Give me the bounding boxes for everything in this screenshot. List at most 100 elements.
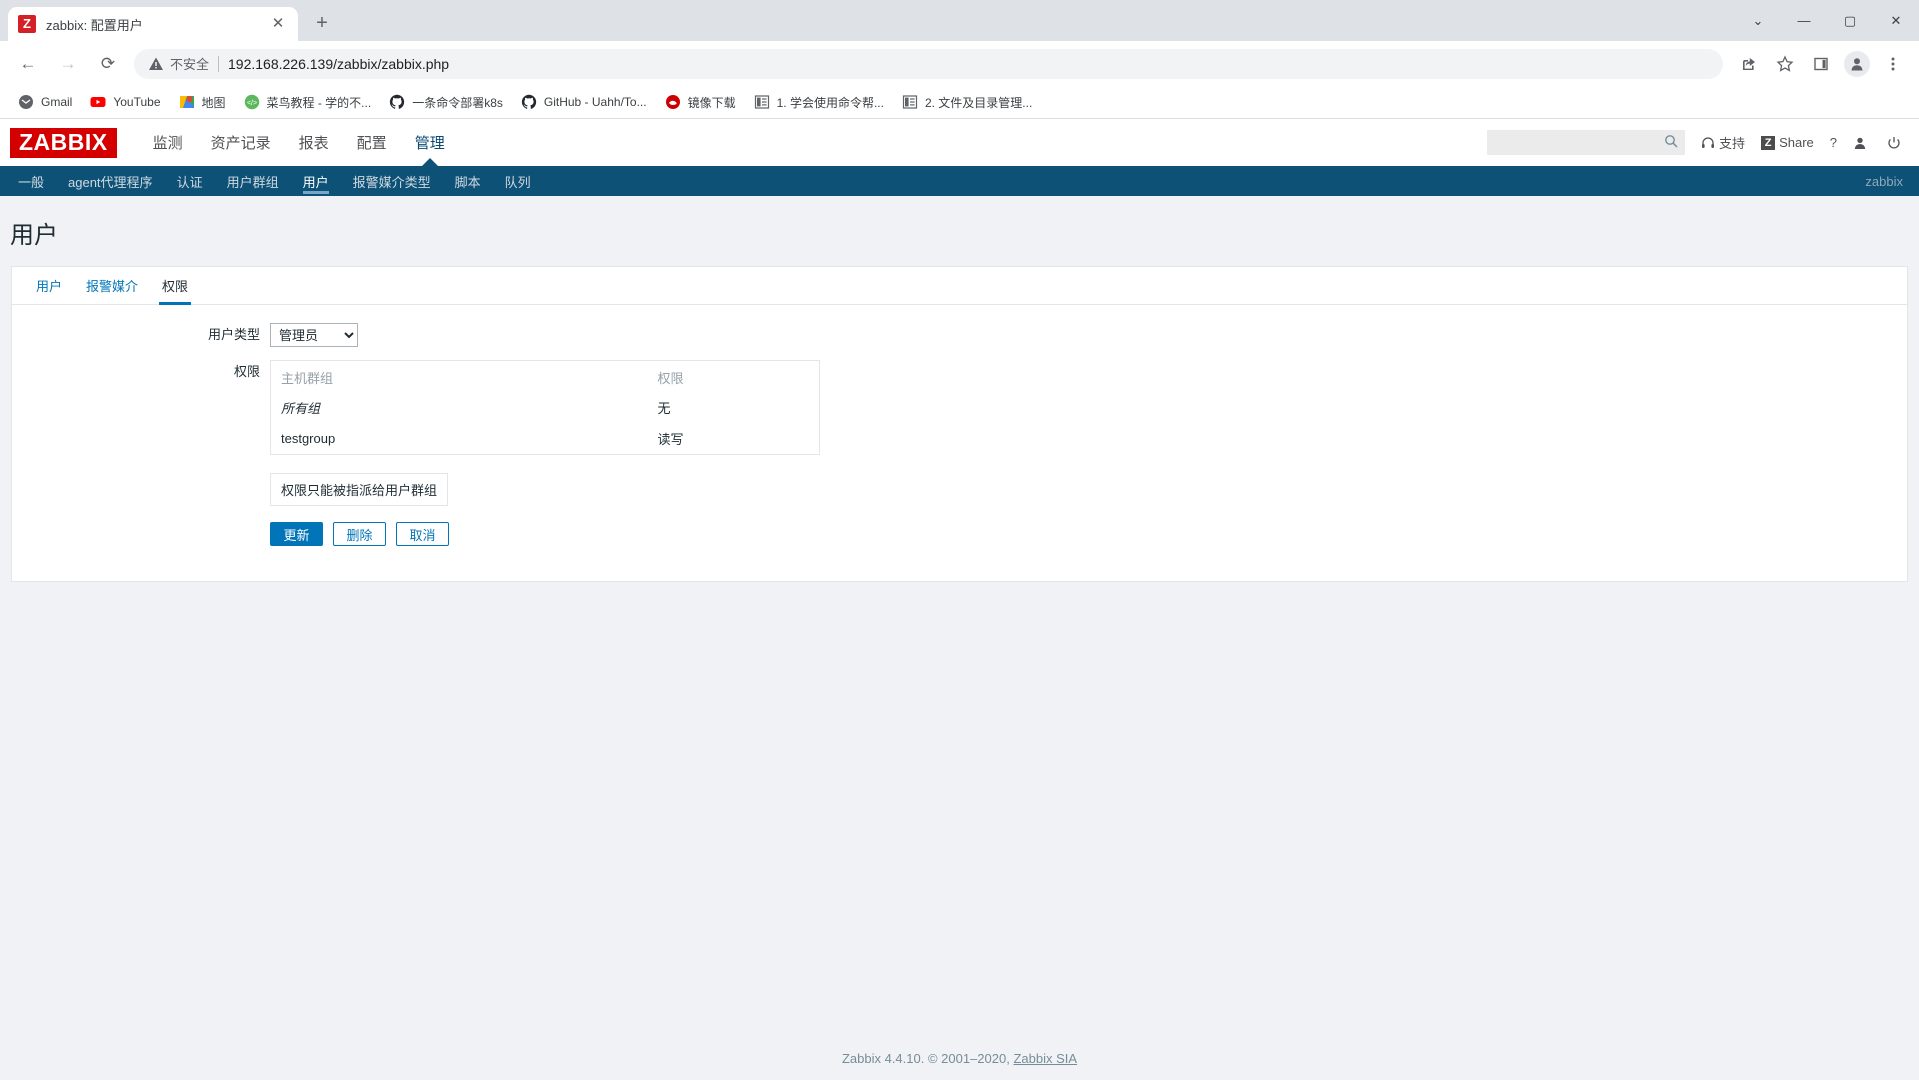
new-tab-button[interactable]: + (306, 8, 338, 40)
bookmark-label: 2. 文件及目录管理... (924, 95, 1033, 110)
bookmark-label: 菜鸟教程 - 学的不... (266, 95, 372, 110)
github-icon (389, 94, 405, 110)
bookmark-mirror-download[interactable]: 镜像下载 (657, 89, 744, 115)
power-icon (1887, 136, 1901, 150)
global-search[interactable] (1487, 130, 1686, 155)
user-profile-link[interactable] (1853, 136, 1871, 150)
zabbix-header: ZABBIX 监测 资产记录 报表 配置 管理 支持 Z Share ? (0, 119, 1919, 166)
maximize-button[interactable]: ▢ (1827, 0, 1873, 41)
nav-item-administration[interactable]: 管理 (401, 119, 459, 166)
bookmark-runoob[interactable]: </> 菜鸟教程 - 学的不... (236, 89, 380, 115)
bookmark-youtube[interactable]: YouTube (82, 89, 168, 115)
minimize-button[interactable]: — (1781, 0, 1827, 41)
window-controls: ⌄ — ▢ ✕ (1735, 0, 1919, 41)
column-header-permission: 权限 (657, 371, 684, 386)
help-link[interactable]: ? (1830, 135, 1837, 150)
tab-media[interactable]: 报警媒介 (74, 267, 150, 304)
nav-item-configuration[interactable]: 配置 (343, 119, 401, 166)
zabbix-logo[interactable]: ZABBIX (10, 127, 117, 158)
chrome-menu-icon[interactable] (1877, 48, 1909, 80)
insecure-label: 不安全 (170, 57, 210, 72)
bookmark-gmail[interactable]: Gmail (10, 89, 80, 115)
nav-item-reports[interactable]: 报表 (285, 119, 343, 166)
bookmark-label: 1. 学会使用命令帮... (776, 95, 884, 110)
subnav-item-proxies[interactable]: agent代理程序 (56, 166, 165, 196)
bookmark-star-icon[interactable] (1769, 48, 1801, 80)
headset-icon (1701, 136, 1715, 150)
reload-icon[interactable]: ⟳ (91, 47, 125, 81)
user-type-field: 管理员 (270, 323, 1907, 347)
permissions-field: 主机群组 权限 所有组 无 testgroup 读写 (270, 360, 1907, 455)
close-window-button[interactable]: ✕ (1873, 0, 1919, 41)
share-link[interactable]: Z Share (1761, 135, 1814, 150)
omnibox-divider (218, 55, 220, 72)
form-actions: 更新 删除 取消 (270, 522, 1907, 546)
tab-strip: Z zabbix: 配置用户 ✕ + ⌄ — ▢ ✕ (0, 0, 1919, 41)
subnav-item-media-types[interactable]: 报警媒介类型 (341, 166, 443, 196)
support-label: 支持 (1719, 136, 1746, 151)
browser-toolbar: ← → ⟳ 不安全 192.168.226.139/zabbix/zabbix.… (0, 41, 1919, 86)
doc-icon (902, 94, 918, 110)
search-input[interactable] (1487, 130, 1686, 155)
bookmark-k8s-deploy[interactable]: 一条命令部署k8s (381, 89, 511, 115)
table-header-row: 主机群组 权限 (271, 361, 820, 393)
runoob-icon: </> (244, 94, 260, 110)
close-tab-icon[interactable]: ✕ (268, 14, 288, 34)
tab-user[interactable]: 用户 (24, 267, 74, 304)
youtube-icon (90, 94, 106, 110)
sub-navigation: 一般 agent代理程序 认证 用户群组 用户 报警媒介类型 脚本 队列 zab… (0, 166, 1919, 196)
subnav-item-queue[interactable]: 队列 (493, 166, 543, 196)
subnav-item-users[interactable]: 用户 (291, 166, 341, 196)
svg-text:</>: </> (246, 100, 256, 107)
subnav-item-user-groups[interactable]: 用户群组 (215, 166, 291, 196)
delete-button[interactable]: 删除 (333, 522, 386, 546)
address-bar[interactable]: 不安全 192.168.226.139/zabbix/zabbix.php (134, 48, 1723, 79)
zabbix-favicon: Z (18, 15, 36, 33)
forward-icon[interactable]: → (51, 47, 85, 81)
insecure-warning-icon (149, 57, 163, 70)
bookmark-doc-1[interactable]: 1. 学会使用命令帮... (746, 89, 892, 115)
signout-link[interactable] (1887, 136, 1905, 150)
zabbix-sia-link[interactable]: Zabbix SIA (1013, 1051, 1077, 1066)
bookmark-maps[interactable]: 地图 (171, 89, 234, 115)
bookmark-label: GitHub - Uahh/To... (543, 95, 647, 109)
user-icon (1853, 136, 1867, 150)
user-type-select[interactable]: 管理员 (270, 323, 358, 347)
hint-row: 权限只能被指派给用户群组 更新 删除 取消 (12, 473, 1907, 546)
share-icon[interactable] (1733, 48, 1765, 80)
github-icon (521, 94, 537, 110)
bookmark-label: 一条命令部署k8s (412, 95, 503, 110)
update-button[interactable]: 更新 (270, 522, 323, 546)
search-icon[interactable] (1664, 134, 1678, 153)
bookmark-label: Gmail (41, 95, 73, 109)
url-text: 192.168.226.139/zabbix/zabbix.php (228, 55, 450, 72)
subnav-item-general[interactable]: 一般 (6, 166, 56, 196)
page-title: 用户 (10, 222, 58, 249)
table-row: testgroup 读写 (271, 423, 820, 455)
cell-permission: 无 (657, 401, 671, 416)
permissions-table: 主机群组 权限 所有组 无 testgroup 读写 (270, 360, 820, 455)
cancel-button[interactable]: 取消 (396, 522, 449, 546)
bookmark-doc-2[interactable]: 2. 文件及目录管理... (894, 89, 1040, 115)
page-footer: Zabbix 4.4.10. © 2001–2020, Zabbix SIA (0, 1051, 1919, 1066)
tab-search-chevron-down-icon[interactable]: ⌄ (1735, 0, 1781, 41)
sidepanel-icon[interactable] (1805, 48, 1837, 80)
gmail-icon (18, 94, 34, 110)
subnav-item-scripts[interactable]: 脚本 (443, 166, 493, 196)
profile-avatar[interactable] (1844, 50, 1870, 77)
permissions-label: 权限 (233, 364, 260, 379)
support-link[interactable]: 支持 (1701, 133, 1745, 152)
subnav-item-authentication[interactable]: 认证 (165, 166, 215, 196)
back-icon[interactable]: ← (11, 47, 45, 81)
maps-icon (179, 94, 195, 110)
bookmark-github-todo[interactable]: GitHub - Uahh/To... (513, 89, 655, 115)
cell-host-group: testgroup (281, 431, 336, 446)
browser-tab[interactable]: Z zabbix: 配置用户 ✕ (8, 7, 298, 41)
nav-item-monitoring[interactable]: 监测 (139, 119, 197, 166)
user-form-card: 用户 报警媒介 权限 用户类型 管理员 权限 主机群组 权限 所有组 无 tes… (11, 266, 1908, 582)
page-content: 用户 用户 报警媒介 权限 用户类型 管理员 权限 主机群组 权限 所有组 无 … (0, 196, 1919, 1080)
footer-copyright: Zabbix 4.4.10. © 2001–2020, (841, 1051, 1014, 1066)
tab-permissions[interactable]: 权限 (150, 267, 200, 305)
share-label: Share (1779, 135, 1814, 150)
nav-item-inventory[interactable]: 资产记录 (197, 119, 285, 166)
